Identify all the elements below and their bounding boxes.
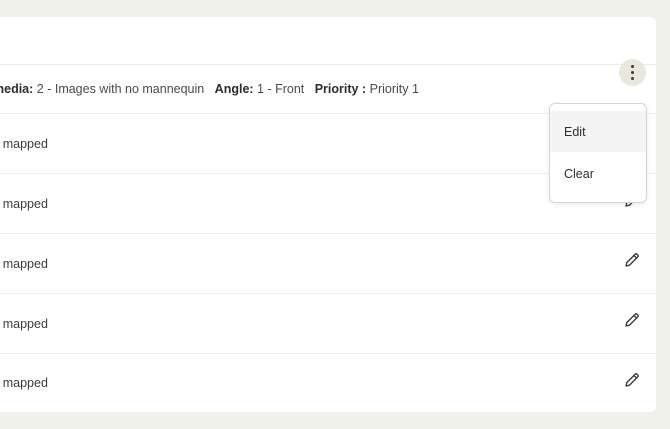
mapping-card: media: 2 - Images with no mannequin Angl… (0, 17, 656, 412)
media-value: 2 - Images with no mannequin (36, 82, 205, 96)
pencil-icon[interactable] (623, 251, 641, 269)
menu-item-clear[interactable]: Clear (550, 153, 646, 194)
options-menu: Edit Clear (549, 103, 647, 203)
more-vertical-icon (630, 64, 635, 69)
pencil-icon[interactable] (623, 311, 641, 329)
angle-label: Angle: (214, 82, 254, 96)
more-options-button[interactable] (619, 59, 646, 86)
media-label: media: (0, 82, 34, 96)
menu-item-edit[interactable]: Edit (550, 111, 646, 152)
angle-value: 1 - Front (257, 82, 305, 96)
pencil-icon[interactable] (623, 371, 641, 389)
row-text: x mapped (0, 376, 48, 390)
row-details: media: 2 - Images with no mannequin Angl… (0, 82, 419, 96)
row-text: x mapped (0, 136, 48, 151)
table-row: x mapped (0, 234, 656, 294)
card-header (0, 17, 656, 65)
row-text: x mapped (0, 316, 48, 331)
priority-label: Priority : (314, 82, 367, 96)
table-row: x mapped (0, 354, 656, 412)
priority-value: Priority 1 (369, 82, 419, 96)
row-text: x mapped (0, 196, 48, 211)
table-row: x mapped (0, 294, 656, 354)
row-text: x mapped (0, 256, 48, 271)
